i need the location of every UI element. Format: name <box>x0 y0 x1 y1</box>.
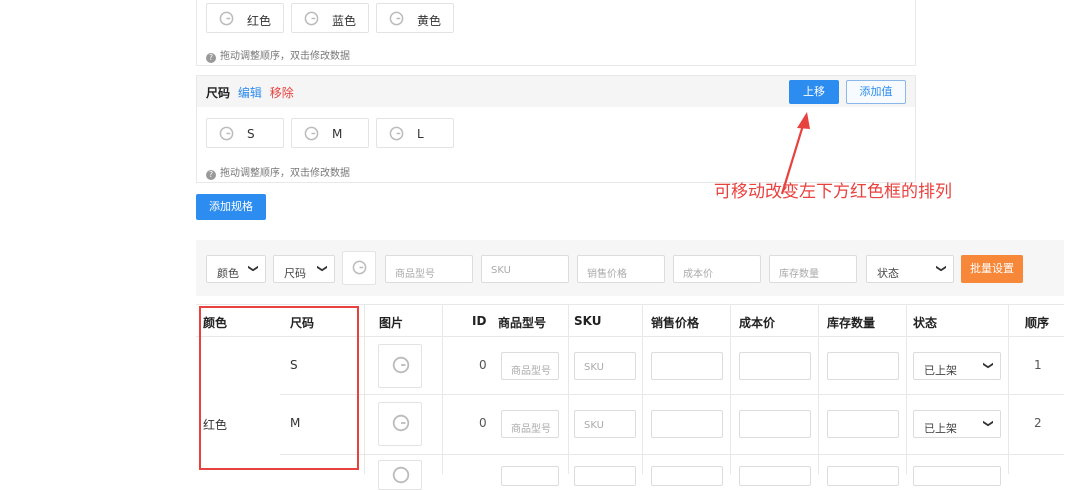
col-header-model: 商品型号 <box>498 316 547 330</box>
color-spec-tip: ? 拖动调整顺序，双击修改数据 <box>206 47 350 63</box>
col-header-price: 销售价格 <box>651 316 700 330</box>
remove-link[interactable]: 移除 <box>270 86 294 100</box>
product-logo-icon <box>392 356 410 374</box>
color-value-label: 黄色 <box>417 14 442 28</box>
move-up-button[interactable]: 上移 <box>789 80 839 104</box>
row-stock-input[interactable] <box>827 352 899 380</box>
size-value-label: S <box>247 127 255 141</box>
size-spec-tip: ? 拖动调整顺序，双击修改数据 <box>206 164 350 180</box>
row-image-upload[interactable] <box>378 402 422 446</box>
col-header-stock: 库存数量 <box>827 316 876 330</box>
annotation-text: 可移动改变左下方红色框的排列 <box>714 182 952 202</box>
batch-cost-input[interactable]: 成本价 <box>673 255 761 283</box>
color-value-label: 红色 <box>247 14 272 28</box>
row-image-upload[interactable] <box>378 460 422 490</box>
batch-set-button[interactable]: 批量设置 <box>961 255 1023 283</box>
row-price-input[interactable] <box>651 466 723 486</box>
row-sku-input[interactable]: SKU <box>574 410 636 438</box>
color-select[interactable]: 颜色 ❯ <box>206 255 266 283</box>
color-value-chip[interactable]: 黄色 <box>376 3 454 33</box>
batch-price-input[interactable]: 销售价格 <box>577 255 665 283</box>
batch-image-upload[interactable] <box>342 251 376 285</box>
size-value-label: M <box>332 127 343 141</box>
color-value-chip[interactable]: 蓝色 <box>291 3 369 33</box>
row-stock-input[interactable] <box>827 466 899 486</box>
add-spec-button[interactable]: 添加规格 <box>196 194 266 220</box>
col-header-order: 顺序 <box>1025 316 1050 330</box>
row-stock-input[interactable] <box>827 410 899 438</box>
batch-stock-input[interactable]: 库存数量 <box>769 255 857 283</box>
help-icon: ? <box>206 170 216 180</box>
col-header-cost: 成本价 <box>739 316 776 330</box>
row-cost-input[interactable] <box>739 466 811 486</box>
size-value-chip[interactable]: L <box>376 118 454 148</box>
chevron-down-icon: ❯ <box>982 361 994 370</box>
size-value-chip[interactable]: S <box>206 118 284 148</box>
help-icon: ? <box>206 53 216 63</box>
col-header-image: 图片 <box>379 316 404 330</box>
order-cell: 1 <box>1034 358 1042 372</box>
size-value-label: L <box>417 127 424 141</box>
row-status-select[interactable]: 已上架 ❯ <box>913 352 1001 380</box>
product-logo-icon <box>304 126 319 141</box>
col-header-status: 状态 <box>913 316 938 330</box>
product-logo-icon <box>352 260 367 275</box>
row-status-select[interactable]: 已上架 ❯ <box>913 410 1001 438</box>
col-header-id: ID <box>472 314 487 328</box>
product-logo-icon <box>304 11 319 26</box>
col-header-sku: SKU <box>574 314 602 328</box>
add-value-button[interactable]: 添加值 <box>846 80 906 104</box>
row-image-upload[interactable] <box>378 344 422 388</box>
status-select[interactable]: 状态 ❯ <box>866 255 954 283</box>
batch-sku-input[interactable]: SKU <box>481 255 569 283</box>
product-logo-icon <box>389 126 404 141</box>
size-value-chip[interactable]: M <box>291 118 369 148</box>
color-value-label: 蓝色 <box>332 14 357 28</box>
highlight-box <box>199 306 359 470</box>
row-price-input[interactable] <box>651 410 723 438</box>
size-spec-title: 尺码 编辑 移除 <box>206 84 294 101</box>
row-price-input[interactable] <box>651 352 723 380</box>
color-value-chip[interactable]: 红色 <box>206 3 284 33</box>
row-cost-input[interactable] <box>739 410 811 438</box>
product-logo-icon <box>389 11 404 26</box>
edit-link[interactable]: 编辑 <box>238 86 262 100</box>
row-status-select[interactable] <box>913 466 1001 486</box>
order-cell: 2 <box>1034 416 1042 430</box>
spec-name: 尺码 <box>206 86 231 100</box>
row-sku-input[interactable]: SKU <box>574 352 636 380</box>
product-logo-icon <box>392 466 410 484</box>
chevron-down-icon: ❯ <box>935 264 947 273</box>
row-model-input[interactable]: 商品型号 <box>501 410 559 438</box>
id-cell: 0 <box>479 358 487 372</box>
row-model-input[interactable] <box>501 466 559 486</box>
row-sku-input[interactable] <box>574 466 636 486</box>
chevron-down-icon: ❯ <box>982 419 994 428</box>
id-cell: 0 <box>479 416 487 430</box>
chevron-down-icon: ❯ <box>247 264 259 273</box>
size-select[interactable]: 尺码 ❯ <box>273 255 335 283</box>
row-model-input[interactable]: 商品型号 <box>501 352 559 380</box>
chevron-down-icon: ❯ <box>316 264 328 273</box>
row-cost-input[interactable] <box>739 352 811 380</box>
product-logo-icon <box>392 414 410 432</box>
product-logo-icon <box>219 11 234 26</box>
product-logo-icon <box>219 126 234 141</box>
batch-model-input[interactable]: 商品型号 <box>385 255 473 283</box>
